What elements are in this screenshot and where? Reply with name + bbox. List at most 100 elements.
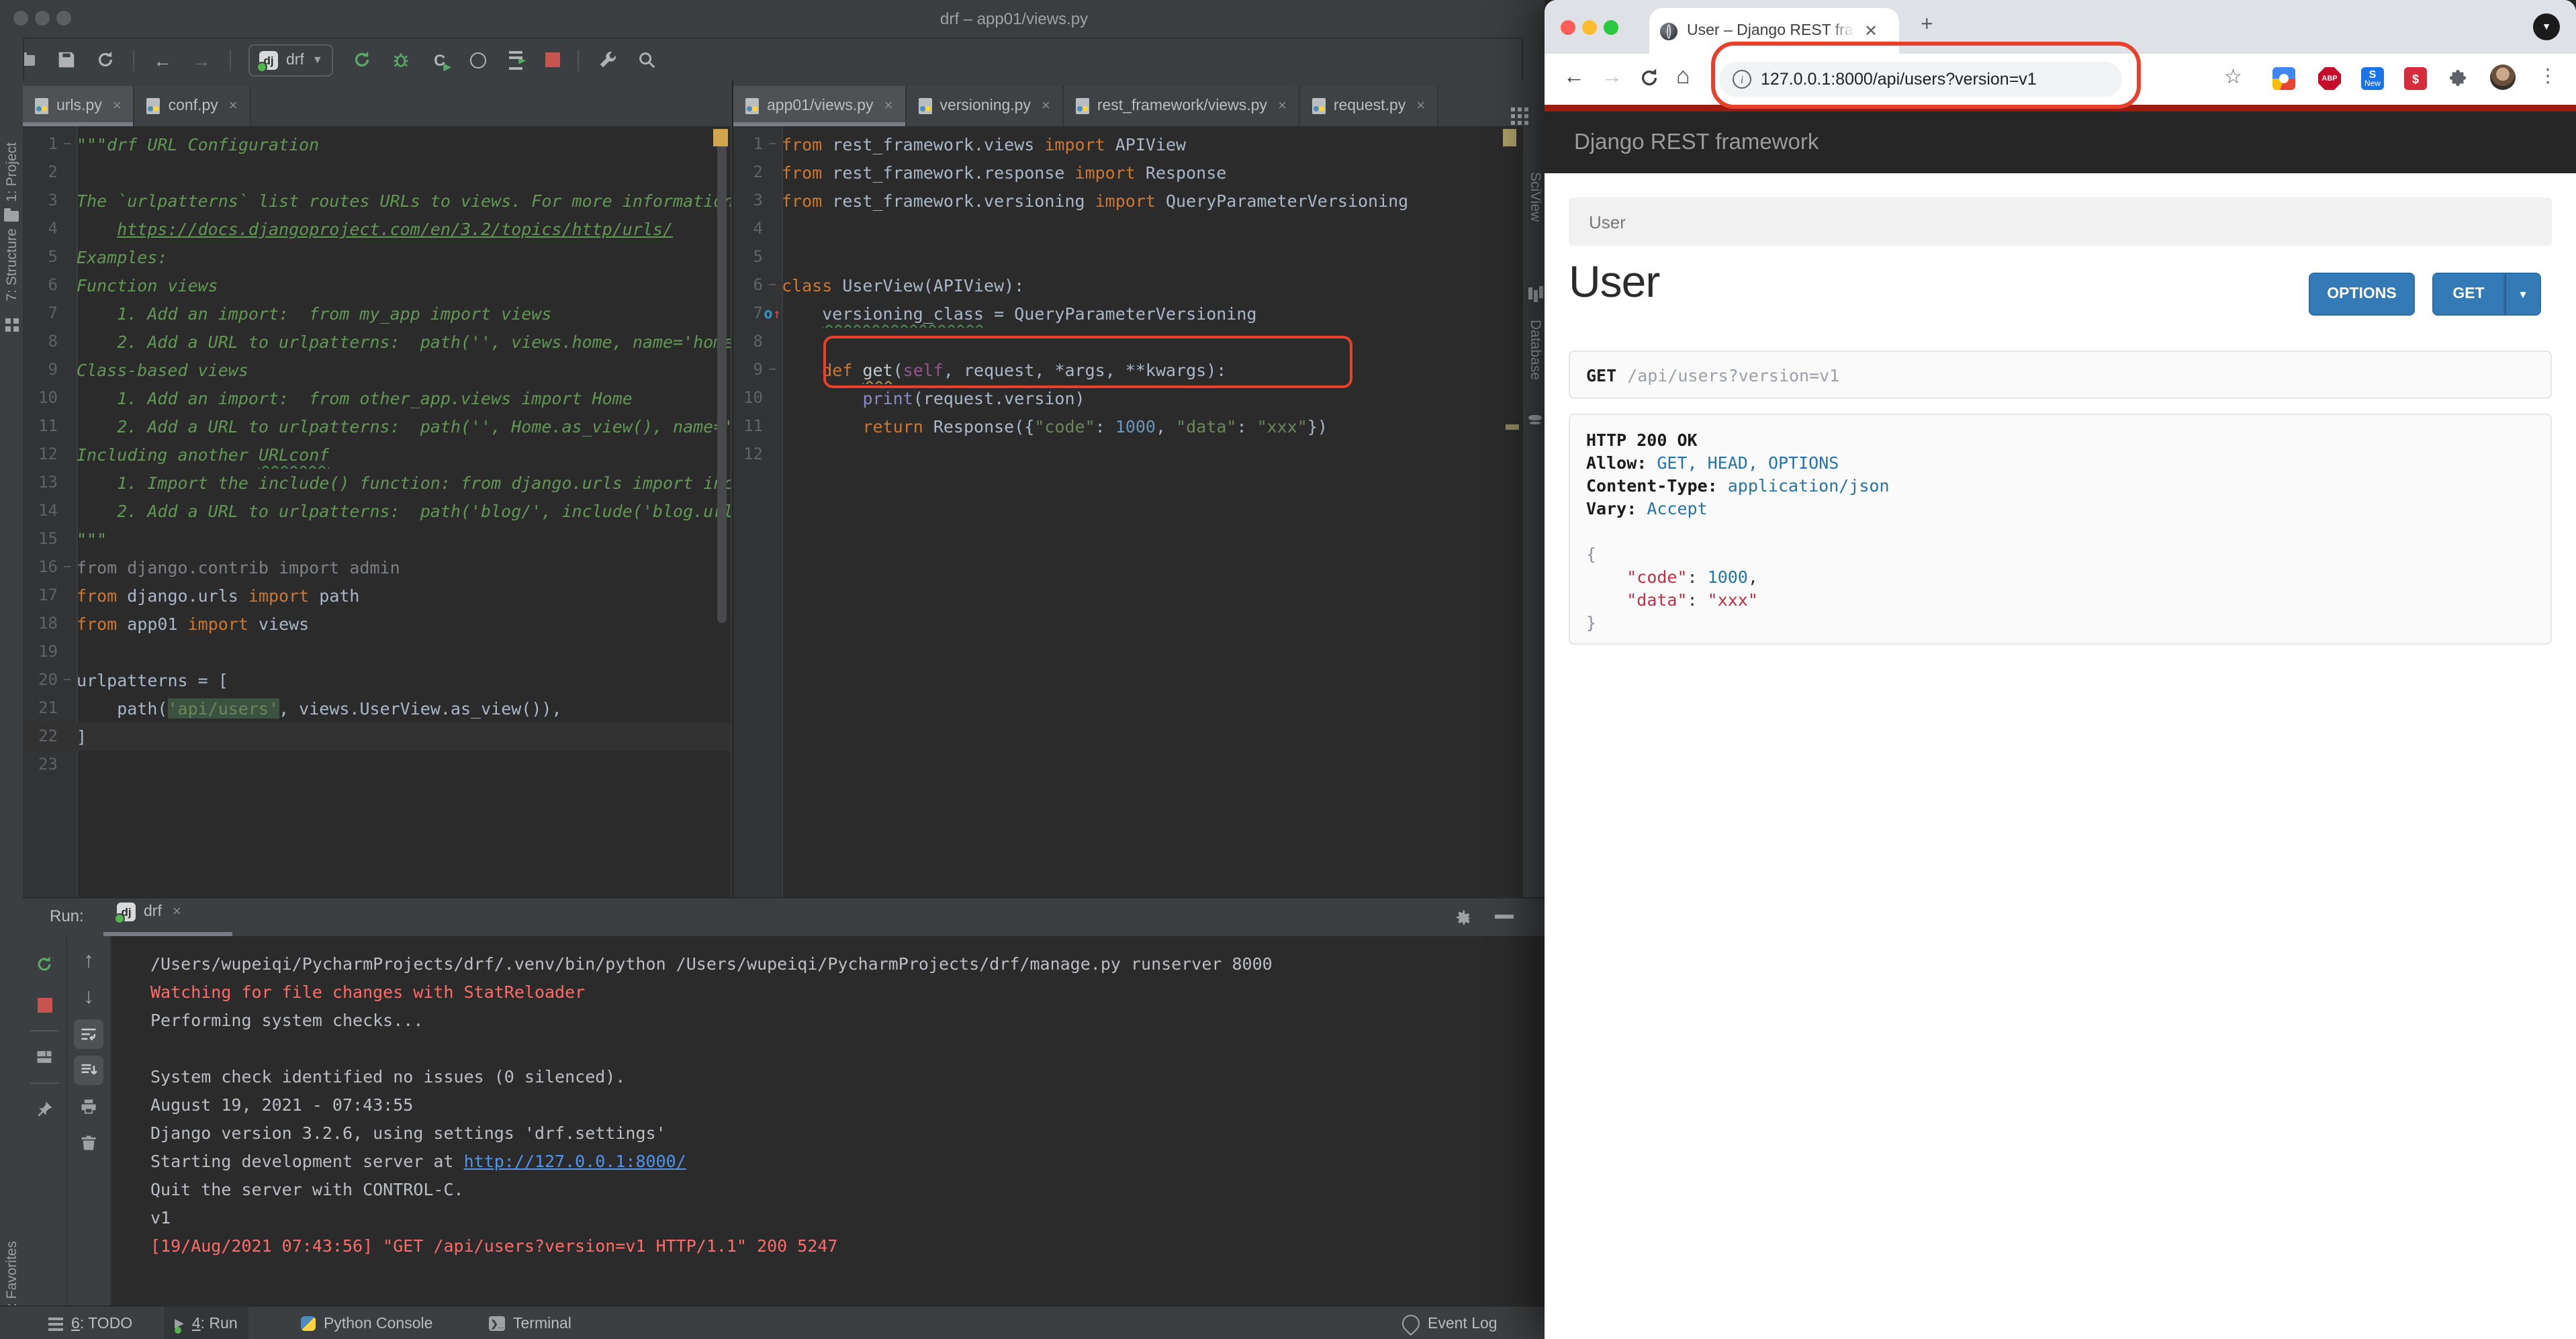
pin-icon[interactable]	[30, 1095, 59, 1124]
forward-icon[interactable]: →	[191, 49, 212, 71]
adblock-plus-icon[interactable]: ABP	[2318, 67, 2341, 90]
stop-icon[interactable]	[545, 52, 561, 67]
python-file-icon	[146, 98, 160, 114]
back-icon[interactable]: ←	[1563, 66, 1585, 90]
close-icon[interactable]: ×	[884, 98, 893, 114]
gear-icon[interactable]	[1449, 903, 1479, 932]
scrollbar-thumb[interactable]	[717, 140, 727, 623]
todo-list-icon	[48, 1317, 63, 1320]
statusbar-event-log[interactable]: Event Log	[1391, 1307, 1508, 1339]
tab-app01-views-py[interactable]: app01/views.py ×	[733, 86, 907, 126]
pycharm-toolbar: ← → dj drf ▼ C▶ ▶ ▶	[0, 39, 1550, 83]
back-icon[interactable]: ←	[152, 49, 173, 71]
bookmark-star-icon[interactable]: ☆	[2224, 64, 2242, 89]
run-console[interactable]: /Users/wupeiqi/PycharmProjects/drf/.venv…	[150, 950, 1520, 1260]
scroll-to-end-icon[interactable]	[74, 1056, 103, 1085]
get-button[interactable]: GET	[2432, 273, 2505, 316]
close-icon[interactable]: ×	[1042, 98, 1050, 114]
tab-versioning-py[interactable]: versioning.py ×	[906, 86, 1064, 126]
left-editor[interactable]: 1− """drf URL Configuration 2 3 The `urlpatt…	[23, 126, 731, 897]
extension-new-icon[interactable]: S New	[2361, 67, 2384, 90]
url-annotation-box	[1711, 42, 2141, 109]
options-button[interactable]: OPTIONS	[2309, 273, 2415, 316]
statusbar-run[interactable]: ▶ 4: Run	[164, 1307, 248, 1339]
home-icon[interactable]: ⌂	[1676, 63, 1690, 90]
soft-wrap-icon[interactable]	[74, 1019, 103, 1049]
stop-icon[interactable]	[30, 990, 59, 1019]
close-icon[interactable]: ×	[1278, 98, 1287, 114]
sync-icon[interactable]	[94, 49, 116, 71]
stripe-dash	[1506, 424, 1519, 430]
request-line-box: GET /api/users?version=v1	[1569, 351, 2552, 399]
hide-panel-icon[interactable]	[1495, 915, 1514, 918]
run-tab-drf[interactable]: dj drf ×	[114, 903, 181, 924]
right-editor-code: 1− from rest_framework.views import APIVi…	[743, 134, 1409, 463]
tab-list-icon[interactable]	[1511, 94, 1515, 118]
extension-dollar-icon[interactable]: $	[2404, 67, 2427, 90]
mac-zoom-button[interactable]	[1604, 20, 1618, 35]
close-icon[interactable]: ×	[229, 98, 238, 114]
toolwindow-structure[interactable]: 7: Structure	[4, 228, 20, 302]
tab-request-py[interactable]: request.py ×	[1299, 86, 1439, 126]
right-editor[interactable]: 1− from rest_framework.views import APIVi…	[733, 126, 1523, 897]
save-icon[interactable]	[55, 49, 77, 71]
error-stripe-mark	[713, 129, 728, 146]
close-icon[interactable]: ×	[1416, 98, 1425, 114]
up-stacktrace-icon[interactable]: ↑	[74, 947, 103, 976]
toolwindow-favorites[interactable]: 2: Favorites	[4, 1241, 20, 1315]
mac-zoom-button[interactable]	[56, 11, 71, 26]
toolwindow-sciview[interactable]: SciView	[1527, 172, 1543, 222]
extensions-puzzle-icon[interactable]	[2447, 67, 2470, 90]
print-icon[interactable]	[74, 1092, 103, 1121]
pycharm-titlebar: drf – app01/views.py	[0, 0, 1545, 39]
tab-search-icon[interactable]: ▼	[2533, 13, 2560, 40]
tab-conf-py[interactable]: conf.py ×	[134, 86, 251, 126]
mac-minimize-button[interactable]	[1582, 20, 1597, 35]
breadcrumb-user[interactable]: User	[1589, 212, 1626, 232]
mac-minimize-button[interactable]	[35, 11, 50, 26]
clear-console-icon[interactable]	[74, 1128, 103, 1158]
wrench-icon[interactable]	[597, 49, 618, 71]
rerun-icon[interactable]	[30, 950, 59, 979]
left-tool-strip: 1: Project 7: Structure 2: Favorites ★	[0, 38, 24, 1331]
tab-label: versioning.py	[939, 98, 1031, 114]
mac-close-button[interactable]	[13, 11, 28, 26]
browser-menu-icon[interactable]: ⋮	[2538, 64, 2557, 87]
toolwindow-project[interactable]: 1: Project	[4, 142, 20, 202]
drf-navbar: Django REST framework	[1545, 111, 2576, 173]
profiler-icon[interactable]: ▶	[468, 49, 1550, 83]
profile-avatar[interactable]	[2490, 64, 2516, 90]
python-file-icon	[1075, 98, 1089, 114]
drf-brand[interactable]: Django REST framework	[1574, 130, 1819, 155]
get-dropdown-button[interactable]: ▼	[2505, 273, 2541, 316]
statusbar-todo[interactable]: 6: TODO	[38, 1307, 143, 1339]
search-icon[interactable]	[636, 49, 657, 71]
debug-icon[interactable]	[390, 49, 412, 71]
tab-urls-py[interactable]: urls.py ×	[23, 86, 135, 126]
statusbar-terminal[interactable]: ❯_ Terminal	[478, 1307, 582, 1339]
run-config-name: drf	[286, 52, 304, 68]
rerun-icon[interactable]	[351, 49, 373, 71]
new-tab-button[interactable]: +	[1921, 13, 1933, 38]
reload-icon[interactable]	[1639, 67, 1660, 95]
database-icon	[1528, 403, 1542, 427]
run-panel-body: ↑ ↓ /Users/wupeiqi/PycharmProjects/drf/.…	[23, 936, 1545, 1307]
close-icon[interactable]: ×	[113, 98, 122, 114]
statusbar-python-console[interactable]: Python Console	[290, 1307, 443, 1339]
run-toolbar-left	[23, 936, 67, 1307]
tab-title: User – Django REST framework	[1687, 23, 1855, 39]
concurrency-diagram-icon[interactable]: ▶	[507, 49, 528, 71]
close-icon[interactable]: ✕	[1864, 21, 1878, 40]
extension-icon-1[interactable]	[2272, 67, 2295, 90]
forward-icon[interactable]: →	[1601, 66, 1622, 90]
run-with-coverage-icon[interactable]: C ▶	[429, 49, 451, 72]
close-icon[interactable]: ×	[173, 904, 181, 920]
toolwindow-database[interactable]: Database	[1527, 320, 1543, 380]
structure-icon	[5, 306, 11, 330]
mac-close-button[interactable]	[1561, 20, 1575, 35]
down-stacktrace-icon[interactable]: ↓	[74, 983, 103, 1013]
restore-layout-icon[interactable]	[30, 1042, 59, 1072]
stripe-mark	[1503, 129, 1516, 146]
tab-rest-framework-views-py[interactable]: rest_framework/views.py ×	[1063, 86, 1300, 126]
run-config-selector[interactable]: dj drf ▼	[248, 44, 334, 76]
